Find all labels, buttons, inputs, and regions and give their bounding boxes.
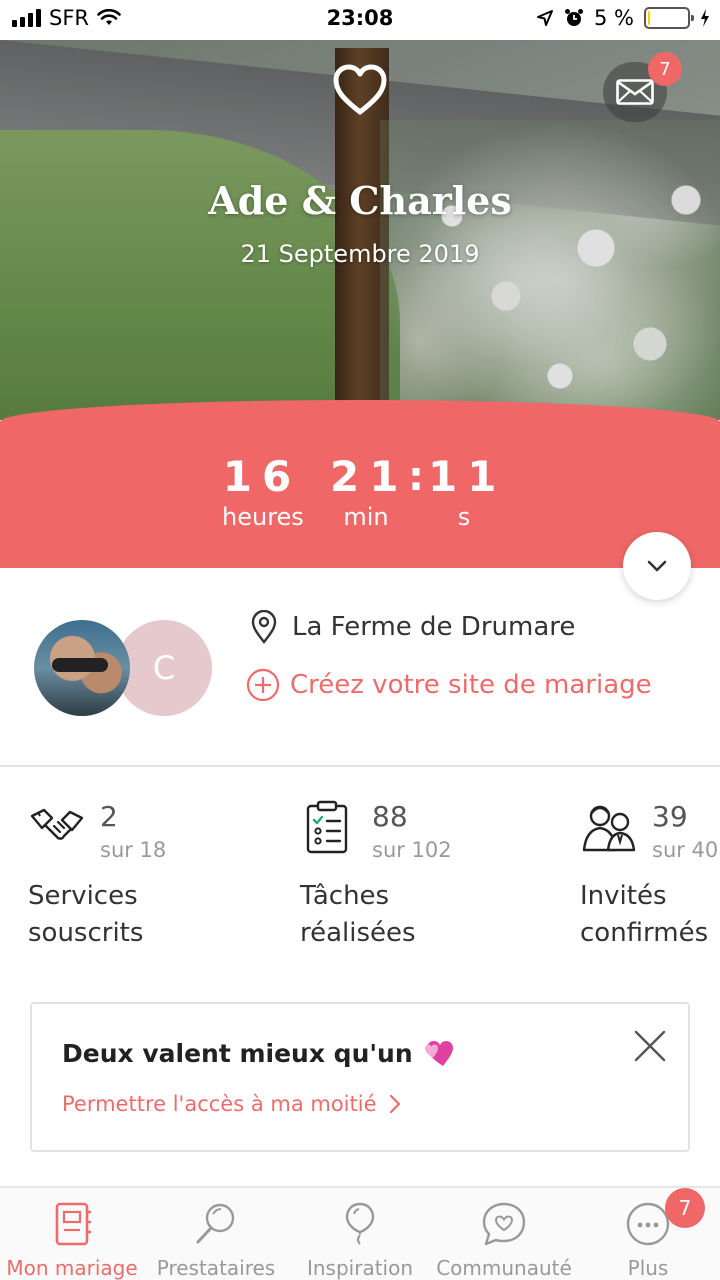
user-avatar[interactable]: [34, 620, 130, 716]
nav-prestataires-label: Prestataires: [156, 1256, 276, 1280]
checklist-icon: [306, 800, 348, 854]
alarm-icon: [565, 9, 583, 26]
hours-value: 16: [222, 452, 302, 501]
tasks-label: Tâches réalisées: [300, 881, 416, 948]
venue-row[interactable]: La Ferme de Drumare: [250, 610, 575, 644]
tasks-count: 88: [372, 800, 408, 833]
countdown-hours: 16 heures: [222, 452, 304, 531]
battery-percent: 5 %: [594, 6, 634, 30]
services-total: sur 18: [100, 838, 167, 862]
balloon-icon: [345, 1202, 375, 1245]
time-separator: :: [408, 454, 424, 500]
battery-icon: [644, 7, 694, 29]
close-icon[interactable]: [632, 1028, 668, 1064]
expand-button[interactable]: [623, 532, 691, 600]
seconds-label: s: [457, 503, 471, 531]
guests-count: 39: [652, 800, 688, 833]
hours-label: heures: [222, 503, 304, 531]
planner-icon: [55, 1202, 91, 1246]
nav-communaute-label: Communauté: [436, 1256, 572, 1280]
battery-level: [648, 11, 650, 25]
minutes-value: 21: [330, 452, 409, 501]
wedding-date: 21 Septembre 2019: [240, 240, 480, 268]
heart-icon: [333, 64, 387, 115]
chevron-right-icon: [389, 1094, 400, 1114]
seconds-value: 11: [428, 452, 507, 501]
services-label: Services souscrits: [28, 881, 144, 948]
plus-badge: 7: [665, 1188, 705, 1228]
partner-avatar[interactable]: C: [116, 620, 212, 716]
nav-inspiration[interactable]: Inspiration: [288, 1188, 432, 1280]
location-pin-icon: [251, 610, 277, 644]
chevron-down-icon: [647, 560, 667, 572]
guests-icon: [582, 805, 636, 852]
charging-icon: [701, 9, 709, 27]
countdown-banner: 16 heures 21 min : 11 s: [0, 400, 720, 568]
guests-total: sur 40: [652, 838, 719, 862]
handshake-icon: [30, 808, 84, 840]
create-site-label: Créez votre site de mariage: [290, 670, 652, 700]
nav-mon-mariage[interactable]: Mon mariage: [0, 1188, 144, 1280]
section-divider: [0, 765, 720, 767]
messages-badge: 7: [648, 52, 682, 86]
status-right: 5 %: [536, 6, 710, 30]
share-access-card: Deux valent mieux qu'un Permettre l'accè…: [30, 1002, 690, 1152]
nav-inspiration-label: Inspiration: [306, 1256, 414, 1280]
countdown-seconds: 11 s: [428, 452, 500, 531]
card-title-row: Deux valent mieux qu'un: [62, 1038, 457, 1068]
guests-label: Invités confirmés: [580, 881, 709, 948]
nav-mon-mariage-label: Mon mariage: [6, 1256, 138, 1280]
countdown-minutes: 21 min: [330, 452, 402, 531]
minutes-label: min: [343, 503, 389, 531]
nav-prestataires[interactable]: Prestataires: [144, 1188, 288, 1280]
nav-plus-label: Plus: [627, 1256, 669, 1280]
card-title: Deux valent mieux qu'un: [62, 1038, 413, 1068]
venue-name: La Ferme de Drumare: [292, 612, 576, 642]
status-bar: SFR 23:08 5 %: [0, 0, 720, 40]
share-access-label: Permettre l'accès à ma moitié: [62, 1092, 377, 1116]
chat-heart-icon: [482, 1202, 526, 1246]
envelope-icon: [616, 79, 654, 105]
hero-banner: 7 Ade & Charles 21 Septembre 2019: [0, 40, 720, 420]
tasks-total: sur 102: [372, 838, 452, 862]
couple-names: Ade & Charles: [208, 178, 512, 223]
location-arrow-icon: [537, 10, 553, 26]
bottom-nav: Mon mariage Prestataires Inspiration Com…: [0, 1186, 720, 1280]
plus-circle-icon: [246, 668, 280, 702]
search-icon: [196, 1203, 235, 1244]
share-access-link[interactable]: Permettre l'accès à ma moitié: [62, 1092, 401, 1116]
nav-communaute[interactable]: Communauté: [432, 1188, 576, 1280]
create-site-link[interactable]: Créez votre site de mariage: [246, 668, 652, 702]
two-hearts-icon: [424, 1041, 453, 1066]
services-count: 2: [100, 800, 118, 833]
